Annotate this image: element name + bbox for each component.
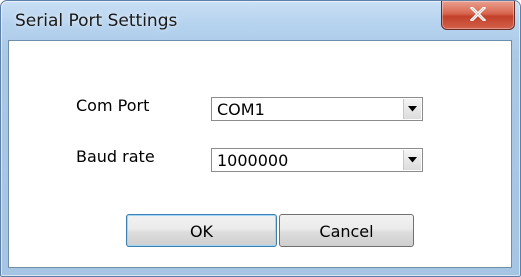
title-bar[interactable]: Serial Port Settings	[1, 1, 520, 41]
ok-button-label: OK	[189, 222, 214, 241]
com-port-value: COM1	[217, 100, 265, 119]
com-port-select[interactable]: COM1	[211, 97, 423, 121]
cancel-button[interactable]: Cancel	[279, 214, 414, 247]
baud-rate-value: 1000000	[217, 151, 289, 170]
close-button[interactable]	[441, 1, 515, 30]
com-port-label: Com Port	[76, 96, 150, 115]
baud-rate-label: Baud rate	[76, 147, 155, 166]
serial-port-settings-dialog: Serial Port Settings Com Port COM1 Baud …	[0, 0, 521, 277]
chevron-down-icon	[408, 106, 417, 112]
baud-rate-select[interactable]: 1000000	[211, 148, 423, 172]
chevron-down-icon	[408, 157, 417, 163]
ok-button[interactable]: OK	[126, 214, 277, 247]
dialog-title: Serial Port Settings	[15, 11, 178, 31]
dialog-content: Com Port COM1 Baud rate 1000000 OK Cance…	[8, 40, 512, 268]
close-x-icon	[470, 7, 486, 21]
baud-rate-dropdown-button[interactable]	[403, 150, 421, 170]
cancel-button-label: Cancel	[319, 222, 374, 241]
com-port-dropdown-button[interactable]	[403, 99, 421, 119]
